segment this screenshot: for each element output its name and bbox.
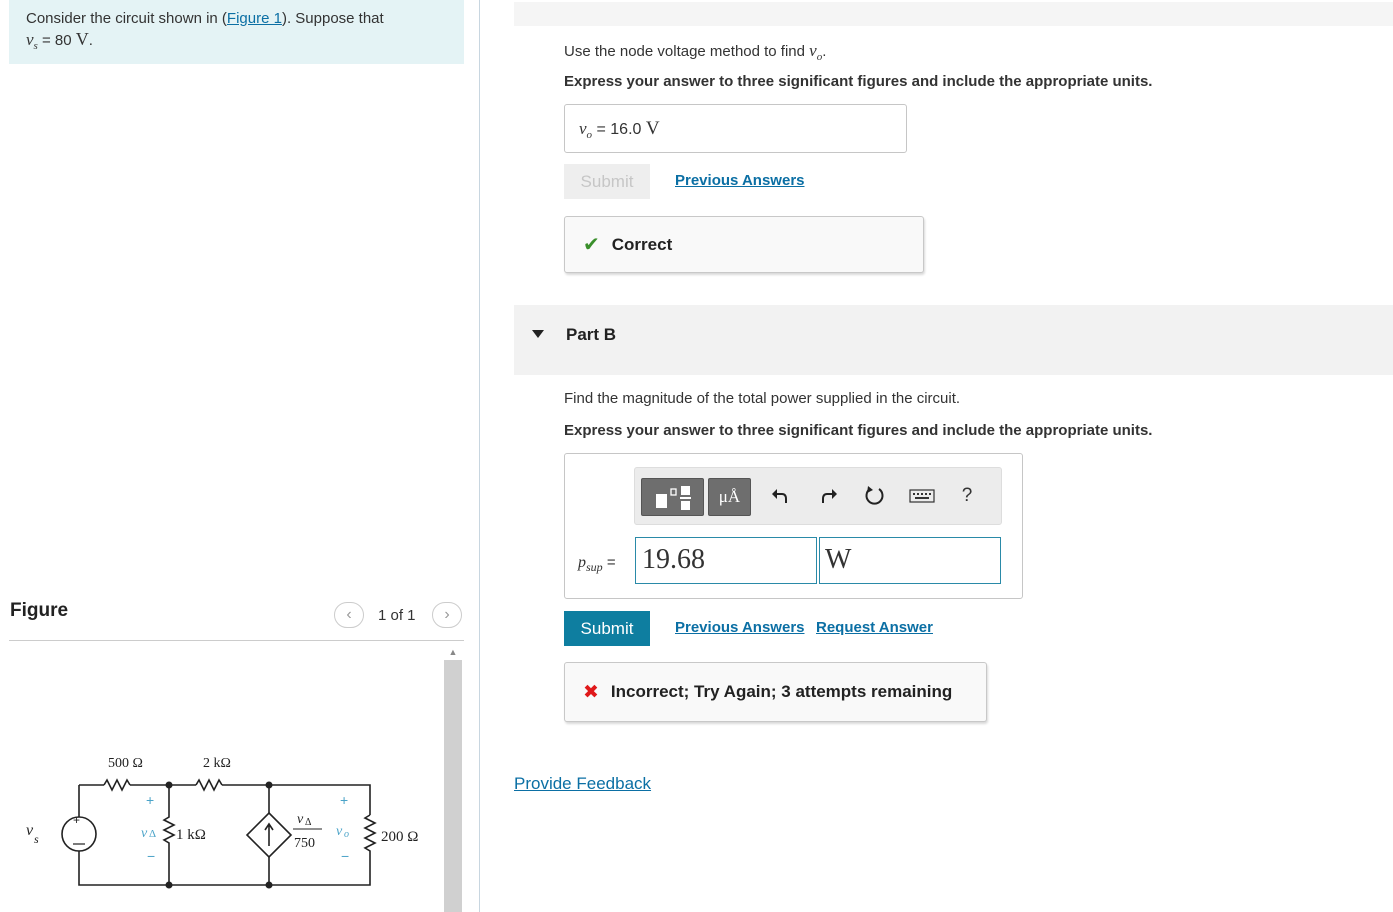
part-a-feedback: ✔ Correct: [564, 216, 924, 273]
part-a-question-end: .: [822, 43, 827, 60]
answer-eq: =: [592, 121, 611, 138]
r3-label: 1 kΩ: [176, 827, 206, 843]
incorrect-x-icon: ✖: [583, 681, 599, 703]
cs-num-sub: Δ: [305, 817, 312, 828]
scroll-up-arrow[interactable]: ▲: [444, 644, 462, 660]
units-icon: μÅ: [718, 487, 741, 506]
feedback-correct-text: Correct: [611, 234, 673, 254]
part-b-feedback: ✖ Incorrect; Try Again; 3 attempts remai…: [564, 662, 987, 722]
problem-line-2: vs = 80 V.: [26, 29, 93, 52]
check-icon: ✔: [583, 234, 600, 256]
psup-var: p: [578, 554, 586, 571]
arrow-up-icon: [264, 822, 274, 846]
power-unit-text: W: [825, 544, 852, 575]
feedback-incorrect-text: Incorrect; Try Again; 3 attempts remaini…: [610, 682, 953, 701]
vdelta-minus: −: [147, 848, 155, 864]
vs-sub-label: s: [34, 832, 39, 846]
request-answer-link[interactable]: Request Answer: [816, 619, 933, 636]
wire: [78, 785, 371, 886]
part-b-title: Part B: [566, 325, 617, 344]
keyboard-button[interactable]: [906, 481, 938, 511]
part-a-submit-button[interactable]: Submit: [564, 164, 650, 199]
reset-button[interactable]: [859, 481, 891, 511]
vdelta-sub: Δ: [149, 828, 156, 840]
power-unit-input[interactable]: W: [819, 537, 1001, 584]
help-button[interactable]: ?: [951, 481, 983, 511]
help-icon: ?: [961, 485, 973, 506]
r1-label: 500 Ω: [108, 756, 143, 771]
part-a-previous-answers-link[interactable]: Previous Answers: [675, 172, 805, 189]
vo-sub: o: [344, 829, 349, 840]
undo-icon: [772, 489, 787, 503]
psup-eq: =: [602, 554, 616, 571]
caret-down-icon: [532, 330, 544, 338]
cs-den: 750: [294, 836, 315, 851]
part-a-answer: vo = 16.0 V: [579, 118, 660, 141]
part-a-answer-box: vo = 16.0 V: [564, 104, 907, 153]
power-value-text: 19.68: [642, 544, 705, 575]
vs-label: v: [26, 822, 34, 839]
vo-plus: +: [340, 792, 348, 808]
vs-unit: V: [75, 29, 89, 49]
vo-label: v: [336, 824, 343, 839]
part-b-answer-box: μÅ ? psup = 19.68 W: [564, 453, 1023, 599]
vdelta-label: v: [141, 826, 148, 841]
figure-next-button[interactable]: ›: [432, 602, 462, 628]
r4-label: 200 Ω: [381, 829, 418, 845]
part-a-answer-unit: V: [645, 118, 660, 139]
problem-line-1: Consider the circuit shown in (Figure 1)…: [26, 10, 384, 27]
chevron-right-icon: ›: [444, 606, 450, 623]
figure-link[interactable]: Figure 1: [227, 10, 282, 27]
resistor-2k: [195, 778, 223, 792]
redo-button[interactable]: [813, 481, 845, 511]
resistor-500: [103, 778, 131, 792]
part-b-instruction: Express your answer to three significant…: [564, 422, 1153, 439]
figure-title: Figure: [10, 600, 69, 621]
figure-scrollbar[interactable]: [444, 660, 462, 912]
psup-label: psup =: [578, 554, 616, 575]
undo-button[interactable]: [764, 481, 796, 511]
part-a-header-band: [514, 2, 1393, 26]
part-b-question: Find the magnitude of the total power su…: [564, 390, 961, 407]
math-toolbar: μÅ ?: [634, 467, 1002, 525]
units-button[interactable]: μÅ: [708, 478, 751, 516]
figure-divider: [9, 640, 464, 641]
part-a-question-text: Use the node voltage method to find: [564, 43, 810, 60]
panel-divider: [479, 0, 480, 912]
vo-var: v: [809, 41, 817, 60]
templates-button[interactable]: [641, 478, 704, 516]
provide-feedback-link[interactable]: Provide Feedback: [514, 774, 651, 794]
vo-minus: −: [341, 848, 349, 864]
templates-icon: [656, 486, 691, 510]
part-a-instruction: Express your answer to three significant…: [564, 73, 1153, 90]
part-a-question: Use the node voltage method to find vo.: [564, 41, 826, 63]
keyboard-icon: [909, 489, 935, 503]
vs-plus: +: [73, 813, 80, 827]
part-a-answer-value: 16.0: [610, 121, 642, 138]
power-value-input[interactable]: 19.68: [635, 537, 817, 584]
vs-var: v: [26, 30, 34, 49]
resistor-1k: [162, 785, 176, 885]
part-b-submit-button[interactable]: Submit: [564, 611, 650, 646]
vdelta-plus: +: [146, 792, 154, 808]
circuit-diagram: + 500 Ω 2 kΩ 1 kΩ 200 Ω v s + v Δ − v Δ …: [26, 756, 418, 889]
chevron-left-icon: ‹: [346, 606, 352, 623]
vs-end: .: [88, 32, 93, 49]
part-b-header[interactable]: Part B: [514, 305, 1393, 375]
r2-label: 2 kΩ: [203, 756, 231, 771]
vs-value: = 80: [37, 32, 76, 49]
problem-text: Consider the circuit shown in (: [26, 10, 227, 27]
redo-icon: [822, 489, 837, 503]
reset-icon: [865, 486, 884, 505]
part-b-previous-answers-link[interactable]: Previous Answers: [675, 619, 805, 636]
figure-prev-button[interactable]: ‹: [334, 602, 364, 628]
answer-var: v: [579, 119, 587, 138]
resistor-200: [363, 814, 377, 865]
problem-text-suffix: ). Suppose that: [281, 10, 384, 27]
psup-sub: sup: [586, 560, 603, 574]
problem-statement: Consider the circuit shown in (Figure 1)…: [9, 0, 464, 64]
figure-pager: 1 of 1: [378, 607, 416, 624]
cs-num: v: [297, 812, 304, 827]
